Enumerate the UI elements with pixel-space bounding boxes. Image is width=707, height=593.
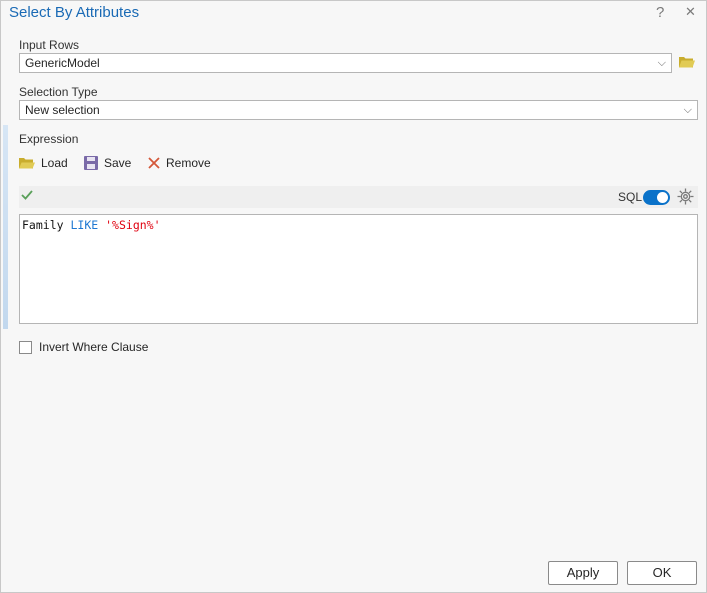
apply-button[interactable]: Apply xyxy=(548,561,618,585)
save-icon xyxy=(84,156,98,170)
ok-button[interactable]: OK xyxy=(627,561,697,585)
chevron-down-icon: ⌵ xyxy=(657,57,666,69)
checkbox-box[interactable] xyxy=(19,340,32,354)
browse-folder-icon[interactable] xyxy=(678,55,695,72)
save-label: Save xyxy=(104,156,132,170)
input-rows-select[interactable]: GenericModel ⌵ xyxy=(19,53,672,73)
code-field: Family xyxy=(22,218,64,232)
code-value: '%Sign%' xyxy=(105,218,161,232)
help-button[interactable]: ? xyxy=(656,4,664,21)
remove-label: Remove xyxy=(166,156,211,170)
sql-label: SQL xyxy=(618,190,643,204)
expression-label: Expression xyxy=(19,132,79,146)
expression-accent-bar xyxy=(3,125,8,329)
load-button[interactable]: Load xyxy=(19,156,68,170)
folder-icon xyxy=(19,157,35,168)
remove-button[interactable]: Remove xyxy=(148,156,211,170)
input-rows-label: Input Rows xyxy=(19,38,80,52)
selection-type-select[interactable]: New selection ⌵ xyxy=(19,100,698,120)
dialog-title: Select By Attributes xyxy=(9,4,140,21)
invert-where-clause-checkbox[interactable]: Invert Where Clause xyxy=(19,340,148,354)
chevron-down-icon: ⌵ xyxy=(683,104,692,116)
expression-status-bar xyxy=(19,186,698,208)
remove-x-icon xyxy=(148,157,160,169)
input-rows-value: GenericModel xyxy=(25,56,100,70)
selection-type-label: Selection Type xyxy=(19,85,98,99)
sql-toggle[interactable] xyxy=(643,190,670,205)
invert-label: Invert Where Clause xyxy=(39,340,149,354)
load-label: Load xyxy=(41,156,68,170)
close-button[interactable]: ✕ xyxy=(685,4,696,20)
save-button[interactable]: Save xyxy=(84,156,131,170)
selection-type-value: New selection xyxy=(25,103,100,117)
code-operator: LIKE xyxy=(70,218,99,232)
gear-icon[interactable] xyxy=(677,188,694,208)
sql-expression-editor[interactable]: Family LIKE '%Sign%' xyxy=(19,214,698,324)
valid-check-icon xyxy=(21,189,33,203)
